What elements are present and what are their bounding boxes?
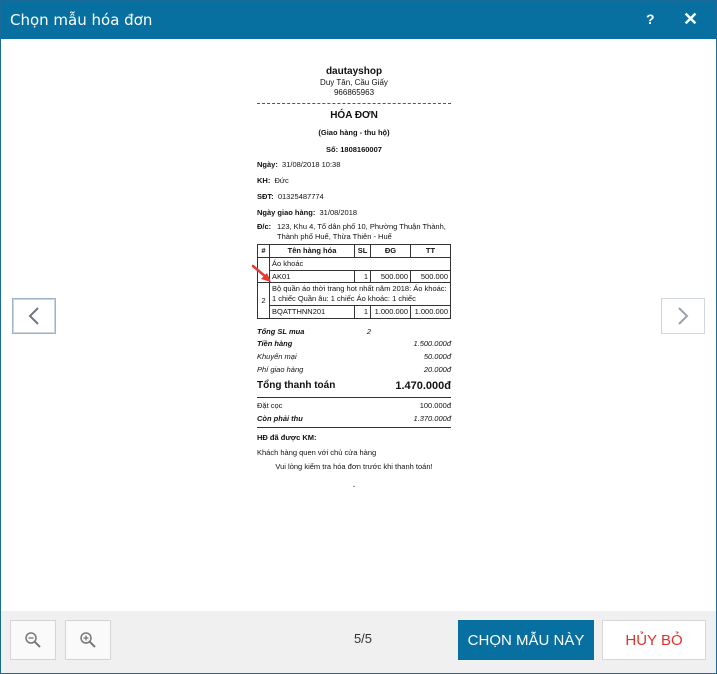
invoice-subtitle: (Giao hàng - thu hộ) [318,127,390,137]
promo-label: HĐ đã được KM: [257,433,317,443]
dialog-footer: 5/5 CHỌN MẪU NÀY HỦY BỎ [1,611,716,673]
template-preview-area: dautayshop Duy Tân, Cầu Giấy 966865963 H… [1,39,716,611]
table-row: AK01 1 500.000 500.000 [258,269,451,284]
phone-row: SĐT: 01325487774 [257,192,451,202]
zoom-out-button[interactable] [10,620,56,660]
deposit-label: Đặt cọc [257,400,283,410]
total-qty-value: 2 [366,326,371,336]
invoice-number-label: Số: [326,144,339,154]
invoice-number-value: 1808160007 [340,144,382,154]
chevron-right-icon [678,307,689,325]
footer-note: Vui lòng kiểm tra hóa đơn trước khi than… [275,461,433,471]
discount-label: Khuyến mại [257,352,297,362]
customer-value: Đức [274,176,289,186]
goods-row: Tiền hàng 1.500.000đ [257,339,451,349]
total-qty-row: Tổng SL mua 2 [257,327,451,337]
shop-phone: 966865963 [333,88,375,98]
item-price: 500.000 [370,269,411,284]
address-row: Đ/c: 123, Khu 4, Tổ dân phố 10, Phường T… [257,222,451,242]
zoom-in-button[interactable] [65,620,111,660]
invoice-date-label: Ngày: [257,160,278,170]
dialog-title: Chọn mẫu hóa đơn [10,11,153,29]
choose-template-button[interactable]: CHỌN MẪU NÀY [458,620,594,660]
page-indicator: 5/5 [353,631,373,646]
summary: Tổng SL mua 2 Tiền hàng 1.500.000đ Khuyế… [257,327,451,429]
col-index: # [257,243,270,258]
invoice-template-dialog: Chọn mẫu hóa đơn ? ✕ dautayshop Duy Tân,… [0,0,717,674]
item-code: BQATTHNN201 [269,304,355,319]
goods-label: Tiền hàng [257,339,293,349]
invoice-date-value: 31/08/2018 10:38 [282,160,341,170]
cancel-button[interactable]: HỦY BỎ [602,620,706,660]
item-total: 1.000.000 [410,304,451,319]
discount-value: 50.000đ [423,352,451,362]
phone-value: 01325487774 [277,191,324,201]
zoom-out-icon [25,632,41,648]
table-row: BQATTHNN201 1 1.000.000 1.000.000 [258,304,451,319]
previous-template-button[interactable] [12,298,56,334]
col-qty: SL [354,243,371,258]
deposit-row: Đặt cọc 100.000đ [257,401,451,411]
shipping-row: Phí giao hàng 20.000đ [257,365,451,375]
address-value: 123, Khu 4, Tổ dân phố 10, Phường Thuận … [277,222,446,242]
items-table-header: # Tên hàng hóa SL ĐG TT [257,243,451,258]
phone-label: SĐT: [257,191,274,201]
grand-total-row: Tổng thanh toán 1.470.000đ [257,379,451,393]
invoice-title: HÓA ĐƠN [330,109,378,121]
deposit-value: 100.000đ [419,400,451,410]
discount-row: Khuyến mại 50.000đ [257,352,451,362]
remaining-row: Còn phải thu 1.370.000đ [257,414,451,424]
delivery-date-value: 31/08/2018 [319,207,358,217]
col-total: TT [410,243,451,258]
table-row: 2 Bộ quần áo thời trang hot nhất năm 201… [257,282,451,319]
shipping-value: 20.000đ [423,364,451,374]
goods-value: 1.500.000đ [413,339,451,349]
items-table: # Tên hàng hóa SL ĐG TT Áo khoác AK01 1 [257,243,451,319]
customer-label: KH: [257,176,271,186]
item-description: Bộ quần áo thời trang hot nhất năm 2018:… [269,282,451,306]
divider [257,102,451,104]
item-code: AK01 [269,269,355,284]
promo-note: Khách hàng quen với chủ cửa hàng [257,448,377,458]
end-mark: . [352,478,356,490]
arrow-pointer-icon [251,264,271,282]
remaining-value: 1.370.000đ [413,413,451,423]
divider [257,396,451,398]
col-name: Tên hàng hóa [269,243,355,258]
item-total: 500.000 [410,269,451,284]
invoice-preview: dautayshop Duy Tân, Cầu Giấy 966865963 H… [257,65,451,491]
help-button[interactable]: ? [646,11,655,27]
remaining-label: Còn phải thu [257,413,303,423]
grand-total-label: Tổng thanh toán [257,379,336,391]
shop-name: dautayshop [325,66,383,77]
divider [257,427,451,429]
item-index: 2 [257,282,270,319]
item-price: 1.000.000 [370,304,411,319]
item-qty: 1 [354,304,371,319]
chevron-left-icon [28,307,39,325]
shipping-label: Phí giao hàng [257,364,304,374]
customer-row: KH: Đức [257,176,451,186]
address-label: Đ/c: [257,222,272,232]
zoom-in-icon [80,632,96,648]
delivery-date-row: Ngày giao hàng: 31/08/2018 [257,208,451,218]
shop-address: Duy Tân, Cầu Giấy [320,78,388,87]
next-template-button[interactable] [661,298,705,334]
invoice-number: Số: 1808160007 [257,145,451,155]
total-qty-label: Tổng SL mua [257,326,305,336]
item-description: Áo khoác [269,256,451,271]
col-price: ĐG [370,243,411,258]
table-row: Áo khoác [257,256,451,284]
close-button[interactable]: ✕ [683,9,698,30]
invoice-date-row: Ngày: 31/08/2018 10:38 [257,160,451,170]
delivery-date-label: Ngày giao hàng: [257,207,316,217]
item-qty: 1 [354,269,371,284]
grand-total-value: 1.470.000đ [395,379,451,392]
dialog-titlebar: Chọn mẫu hóa đơn ? ✕ [1,1,716,39]
